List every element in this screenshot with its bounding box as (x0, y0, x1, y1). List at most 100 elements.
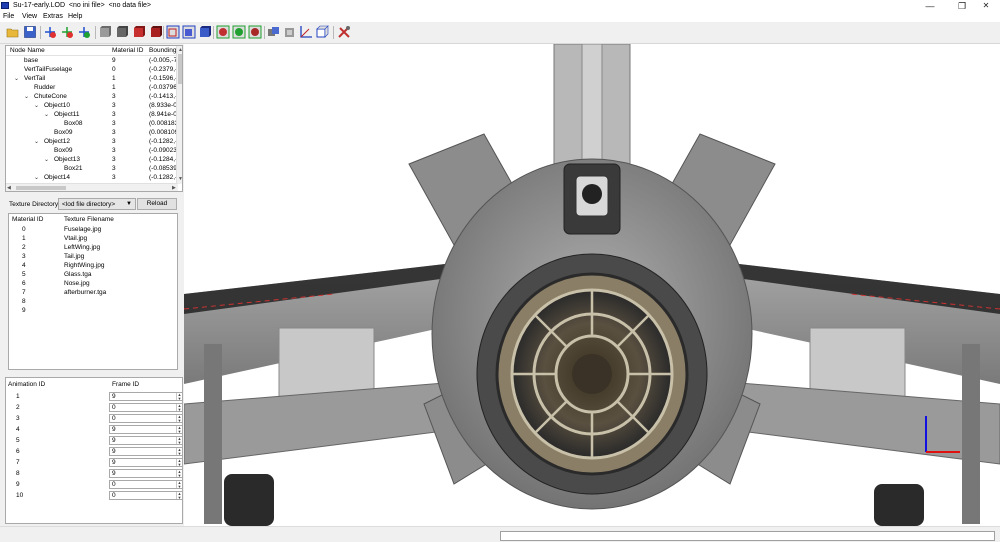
node-name: Box09 (54, 129, 73, 136)
tree-row[interactable]: ⌄ ChuteCone 3 (-0.1413,- (6, 93, 178, 102)
dark-cube-icon[interactable] (115, 25, 129, 39)
header-material-id[interactable]: Material ID (12, 216, 43, 223)
tree-row[interactable]: Box09 3 (-0.09023, (6, 147, 179, 156)
rotate-y-icon[interactable] (60, 25, 74, 39)
rotate-x-icon[interactable] (43, 25, 57, 39)
frame-id-spinbox[interactable]: 9 ▲ ▼ (109, 392, 183, 401)
tree-row[interactable]: Box21 3 (-0.08539, (6, 165, 179, 174)
texture-row[interactable]: 0 Fuselage.jpg (9, 226, 177, 235)
status-bar (0, 526, 1000, 542)
rotate-z-icon[interactable] (77, 25, 91, 39)
tools-icon[interactable] (337, 25, 351, 39)
solid-gray-cube-icon[interactable] (98, 25, 112, 39)
texture-row[interactable]: 9 (9, 307, 177, 316)
red-sphere-icon[interactable] (248, 25, 262, 39)
gray-cube-icon[interactable] (283, 25, 297, 39)
spin-arrows-icon[interactable]: ▲ ▼ (176, 415, 182, 422)
open-folder-icon[interactable] (6, 25, 20, 39)
frame-id-spinbox[interactable]: 0 ▲ ▼ (109, 403, 183, 412)
tree-row[interactable]: base 9 (-0.005,-7 (6, 57, 178, 66)
tree-row[interactable]: Box08 3 (0.008183 (6, 120, 178, 129)
tree-row[interactable]: VertTailFuselage 0 (-0.2379,- (6, 66, 178, 75)
reload-button[interactable]: Reload (137, 198, 177, 210)
expander-icon[interactable]: ⌄ (44, 111, 49, 118)
header-frame-id[interactable]: Frame ID (112, 381, 139, 388)
gray-cubes-icon[interactable] (267, 25, 281, 39)
expander-icon[interactable]: ⌄ (14, 75, 19, 82)
frame-id-spinbox[interactable]: 0 ▲ ▼ (109, 414, 183, 423)
texture-list[interactable]: Material ID Texture Filename 0 Fuselage.j… (8, 213, 178, 370)
red-cube-icon[interactable] (132, 25, 146, 39)
header-animation-id[interactable]: Animation ID (8, 381, 45, 388)
header-texture-filename[interactable]: Texture Filename (64, 216, 114, 223)
spin-arrows-icon[interactable]: ▲ ▼ (176, 393, 182, 400)
node-tree-hscroll[interactable]: ◀ ▶ (6, 183, 178, 191)
texture-row[interactable]: 3 Tail.jpg (9, 253, 177, 262)
spin-arrows-icon[interactable]: ▲ ▼ (176, 492, 182, 499)
expander-icon[interactable]: ⌄ (44, 156, 49, 163)
menu-view[interactable]: View (22, 13, 37, 20)
tree-row[interactable]: ⌄ Object14 3 (-0.1282,- (6, 174, 178, 183)
spin-arrows-icon[interactable]: ▲ ▼ (176, 404, 182, 411)
node-tree-vscroll[interactable]: ▲ ▼ (176, 46, 182, 184)
expander-icon[interactable]: ⌄ (24, 93, 29, 100)
blue-cube-wire-icon[interactable] (166, 25, 180, 39)
spin-arrows-icon[interactable]: ▲ ▼ (176, 481, 182, 488)
tree-row[interactable]: ⌄ Object11 3 (8.941e-0 (6, 111, 178, 120)
frame-id-spinbox[interactable]: 9 ▲ ▼ (109, 447, 183, 456)
frame-id-spinbox[interactable]: 9 ▲ ▼ (109, 469, 183, 478)
scroll-thumb[interactable] (178, 54, 182, 84)
texture-directory-select[interactable]: <lod file directory> ▼ (58, 198, 136, 210)
close-button[interactable]: ✕ (972, 0, 1000, 12)
expander-icon[interactable]: ⌄ (34, 102, 39, 109)
texture-row[interactable]: 4 RightWing.jpg (9, 262, 177, 271)
texture-list-header: Material ID Texture Filename (9, 216, 177, 225)
header-node-name[interactable]: Node Name (10, 47, 45, 54)
tree-row[interactable]: Box09 3 (0.008109 (6, 129, 178, 138)
node-tree[interactable]: Node Name Material ID Bounding base 9 (-0.… (5, 45, 183, 192)
3d-viewport[interactable] (184, 44, 1000, 526)
expander-icon[interactable]: ⌄ (34, 138, 39, 145)
scroll-thumb[interactable] (16, 186, 66, 190)
tree-row[interactable]: ⌄ Object12 3 (-0.1282,- (6, 138, 178, 147)
frame-id-spinbox[interactable]: 9 ▲ ▼ (109, 458, 183, 467)
texture-row[interactable]: 1 Vtail.jpg (9, 235, 177, 244)
minimize-button[interactable]: — (916, 0, 944, 12)
red-dark-cube-icon[interactable] (149, 25, 163, 39)
frame-id-spinbox[interactable]: 9 ▲ ▼ (109, 436, 183, 445)
frame-id-value: 9 (112, 393, 116, 400)
texture-row[interactable]: 8 (9, 298, 177, 307)
spin-arrows-icon[interactable]: ▲ ▼ (176, 426, 182, 433)
texture-row[interactable]: 7 afterburner.tga (9, 289, 177, 298)
tree-row[interactable]: ⌄ Object13 3 (-0.1284,- (6, 156, 178, 165)
spin-arrows-icon[interactable]: ▲ ▼ (176, 448, 182, 455)
texture-row[interactable]: 5 Glass.tga (9, 271, 177, 280)
axes-icon[interactable] (299, 25, 313, 39)
blue-cube-solid-icon[interactable] (182, 25, 196, 39)
node-bounding: (0.008109 (149, 129, 179, 136)
spin-arrows-icon[interactable]: ▲ ▼ (176, 459, 182, 466)
texture-row[interactable]: 6 Nose.jpg (9, 280, 177, 289)
green-sphere-icon[interactable] (216, 25, 230, 39)
menu-file[interactable]: File (3, 13, 14, 20)
header-material-id[interactable]: Material ID (112, 47, 143, 54)
tree-row[interactable]: ⌄ VertTail 1 (-0.1596,- (6, 75, 178, 84)
texture-row[interactable]: 2 LeftWing.jpg (9, 244, 177, 253)
save-icon[interactable] (23, 25, 37, 39)
tree-row[interactable]: ⌄ Object10 3 (8.933e-0 (6, 102, 178, 111)
tree-row[interactable]: Rudder 1 (-0.03796 (6, 84, 178, 93)
blue-cube-outline-icon[interactable] (198, 25, 212, 39)
frame-id-spinbox[interactable]: 9 ▲ ▼ (109, 425, 183, 434)
node-material-id: 3 (112, 138, 116, 145)
menu-extras[interactable]: Extras (43, 13, 63, 20)
header-bounding[interactable]: Bounding (149, 47, 176, 54)
frame-id-spinbox[interactable]: 0 ▲ ▼ (109, 480, 183, 489)
menu-help[interactable]: Help (68, 13, 82, 20)
spin-arrows-icon[interactable]: ▲ ▼ (176, 470, 182, 477)
box-outline-icon[interactable] (315, 25, 329, 39)
spin-arrows-icon[interactable]: ▲ ▼ (176, 437, 182, 444)
expander-icon[interactable]: ⌄ (34, 174, 39, 181)
green-cube-icon[interactable] (232, 25, 246, 39)
animation-table[interactable]: Animation ID Frame ID 1 9 ▲ ▼ 2 0 ▲ ▼ 3 0 ▲ ▼ 4 9 ▲ ▼ 5 9… (5, 377, 183, 524)
frame-id-spinbox[interactable]: 0 ▲ ▼ (109, 491, 183, 500)
